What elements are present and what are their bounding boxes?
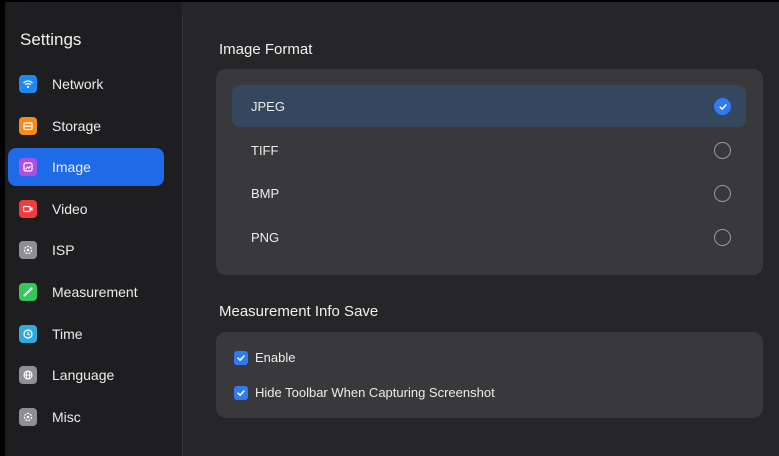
radio-unchecked-icon[interactable]: [714, 185, 731, 202]
video-icon: [19, 199, 37, 218]
sidebar-item-misc[interactable]: Misc: [8, 398, 164, 436]
checkbox-checked-icon[interactable]: [234, 385, 248, 400]
format-option-label: JPEG: [251, 98, 285, 114]
hide-toolbar-checkbox-row[interactable]: Hide Toolbar When Capturing Screenshot: [234, 385, 495, 400]
settings-window: Settings Network Storage Image Video ISP…: [0, 0, 779, 456]
sidebar-item-label: ISP: [52, 242, 75, 259]
enable-label: Enable: [255, 350, 296, 365]
sidebar-item-storage[interactable]: Storage: [8, 107, 164, 145]
enable-checkbox-row[interactable]: Enable: [234, 350, 295, 365]
misc-icon: [19, 407, 37, 426]
isp-icon: [19, 241, 37, 260]
sidebar-item-video[interactable]: Video: [8, 190, 164, 228]
sidebar-item-time[interactable]: Time: [8, 315, 164, 353]
measurement-info-title: Measurement Info Save: [219, 303, 379, 320]
format-option-png[interactable]: PNG: [232, 216, 746, 258]
sidebar-item-label: Time: [52, 325, 83, 342]
sidebar-item-label: Misc: [52, 408, 81, 425]
sidebar-title: Settings: [20, 30, 82, 49]
radio-unchecked-icon[interactable]: [714, 229, 731, 246]
sidebar-item-measurement[interactable]: Measurement: [8, 273, 164, 311]
ruler-icon: [19, 282, 37, 301]
sidebar-item-network[interactable]: Network: [8, 65, 164, 103]
wifi-icon: [19, 75, 37, 93]
sidebar-item-label: Measurement: [52, 283, 138, 300]
clock-icon: [19, 324, 37, 343]
sidebar-item-image[interactable]: Image: [8, 148, 164, 187]
sidebar-nav: Network Storage Image Video ISP Measurem…: [8, 65, 164, 439]
image-format-title: Image Format: [219, 41, 313, 58]
sidebar-item-isp[interactable]: ISP: [8, 231, 164, 269]
storage-icon: [19, 116, 37, 135]
sidebar-divider: [182, 14, 183, 456]
globe-icon: [19, 366, 37, 385]
radio-unchecked-icon[interactable]: [714, 142, 731, 159]
image-icon: [19, 158, 37, 177]
image-format-card: JPEG TIFF BMP PNG: [216, 69, 763, 275]
sidebar-item-label: Video: [52, 200, 88, 217]
format-option-jpeg[interactable]: JPEG: [232, 85, 746, 127]
sidebar-item-label: Language: [52, 367, 115, 384]
measurement-info-card: Enable Hide Toolbar When Capturing Scree…: [216, 332, 763, 418]
sidebar-item-label: Storage: [52, 117, 102, 134]
sidebar-item-label: Image: [52, 159, 91, 176]
checkbox-checked-icon[interactable]: [234, 350, 248, 365]
format-option-bmp[interactable]: BMP: [232, 172, 746, 214]
sidebar-item-language[interactable]: Language: [8, 356, 164, 394]
format-option-label: PNG: [251, 229, 280, 245]
format-option-tiff[interactable]: TIFF: [232, 129, 746, 171]
hide-toolbar-label: Hide Toolbar When Capturing Screenshot: [255, 385, 495, 400]
format-option-label: TIFF: [251, 142, 279, 158]
radio-checked-icon[interactable]: [714, 98, 731, 115]
format-option-label: BMP: [251, 185, 280, 201]
sidebar-item-label: Network: [52, 76, 104, 92]
